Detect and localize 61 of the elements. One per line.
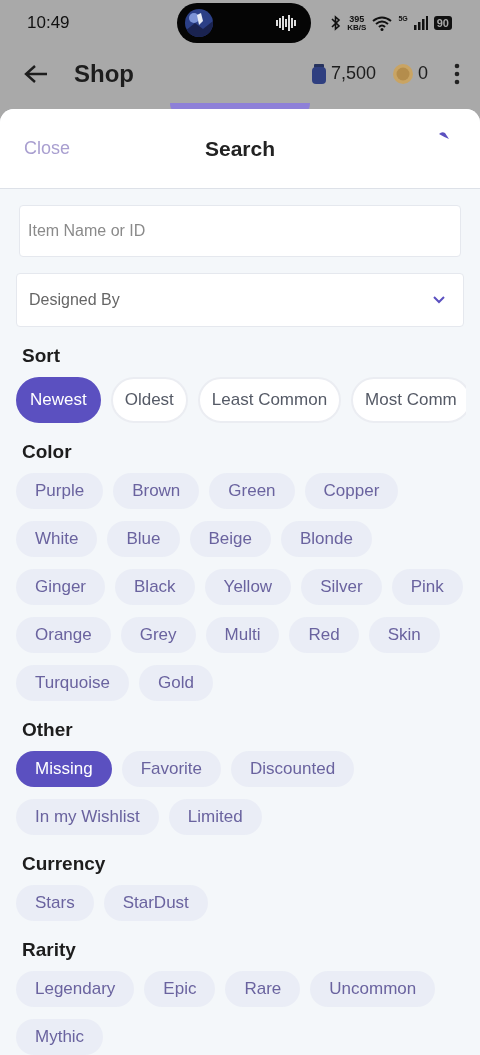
sort-option[interactable]: Most Comm — [351, 377, 466, 423]
designer-dropdown[interactable]: Designed By — [16, 273, 464, 327]
filter-chip[interactable]: Yellow — [204, 569, 292, 605]
filter-chip[interactable]: Legendary — [16, 971, 135, 1007]
filter-chip[interactable]: Skin — [368, 617, 440, 653]
filter-chip[interactable]: Ginger — [16, 569, 106, 605]
section-title: Other — [22, 719, 74, 741]
section-title: Currency — [22, 853, 107, 875]
signal-icon — [413, 16, 428, 31]
filter-chip[interactable]: Gold — [138, 665, 213, 701]
filter-chip[interactable]: Missing — [16, 751, 112, 787]
section-title: Sort — [22, 345, 61, 367]
more-icon[interactable] — [454, 62, 460, 85]
back-icon[interactable] — [24, 63, 48, 84]
sort-option[interactable]: Newest — [16, 377, 101, 423]
filter-chip[interactable]: Grey — [120, 617, 196, 653]
filter-chip[interactable]: Turquoise — [16, 665, 129, 701]
jar-icon — [310, 62, 327, 85]
filter-chip[interactable]: Green — [209, 473, 295, 509]
filter-chip[interactable]: Red — [289, 617, 359, 653]
filter-chip[interactable]: Uncommon — [310, 971, 436, 1007]
filter-chip[interactable]: Black — [115, 569, 195, 605]
filter-chip[interactable]: Multi — [205, 617, 280, 653]
page-title: Shop — [74, 59, 134, 88]
filter-chip[interactable]: Limited — [168, 799, 262, 835]
filter-chip[interactable]: Favorite — [121, 751, 222, 787]
close-button[interactable]: Close — [24, 138, 71, 159]
filter-chip[interactable]: Blonde — [281, 521, 372, 557]
jar-balance: 7,500 — [330, 63, 376, 85]
filter-chip[interactable]: Mythic — [16, 1019, 104, 1055]
filter-chip[interactable]: Stars — [16, 885, 94, 921]
section-title: Rarity — [22, 939, 77, 961]
status-time: 10:49 — [27, 13, 71, 34]
sheet-title: Search — [205, 136, 275, 161]
filter-chip[interactable]: Beige — [189, 521, 271, 557]
filter-chip[interactable]: StarDust — [103, 885, 208, 921]
filter-chip[interactable]: In my Wishlist — [16, 799, 159, 835]
network-speed: 395 KB/S — [347, 14, 367, 32]
filter-chip[interactable]: Orange — [16, 617, 111, 653]
filter-chip[interactable]: Discounted — [231, 751, 355, 787]
sort-option[interactable]: Oldest — [110, 377, 188, 423]
coin-icon — [392, 62, 414, 85]
wifi-icon — [372, 15, 393, 31]
filter-chip[interactable]: Epic — [144, 971, 216, 1007]
filter-chip[interactable]: Blue — [107, 521, 180, 557]
section-title: Color — [22, 441, 73, 463]
bluetooth-icon — [331, 15, 342, 32]
filter-chip[interactable]: Purple — [16, 473, 104, 509]
filter-chip[interactable]: White — [16, 521, 98, 557]
coin-balance: 0 — [418, 63, 428, 85]
filter-chip[interactable]: Pink — [391, 569, 463, 605]
filter-chip[interactable]: Copper — [304, 473, 399, 509]
sort-option[interactable]: Least Common — [197, 377, 342, 423]
search-field[interactable]: Item Name or ID — [19, 205, 461, 257]
loading-icon — [438, 131, 450, 141]
battery-level: 90 — [433, 16, 452, 31]
filter-chip[interactable]: Silver — [301, 569, 382, 605]
chevron-down-icon — [433, 296, 445, 304]
filter-chip[interactable]: Brown — [113, 473, 200, 509]
waveform-icon — [275, 15, 297, 32]
filter-chip[interactable]: Rare — [225, 971, 301, 1007]
